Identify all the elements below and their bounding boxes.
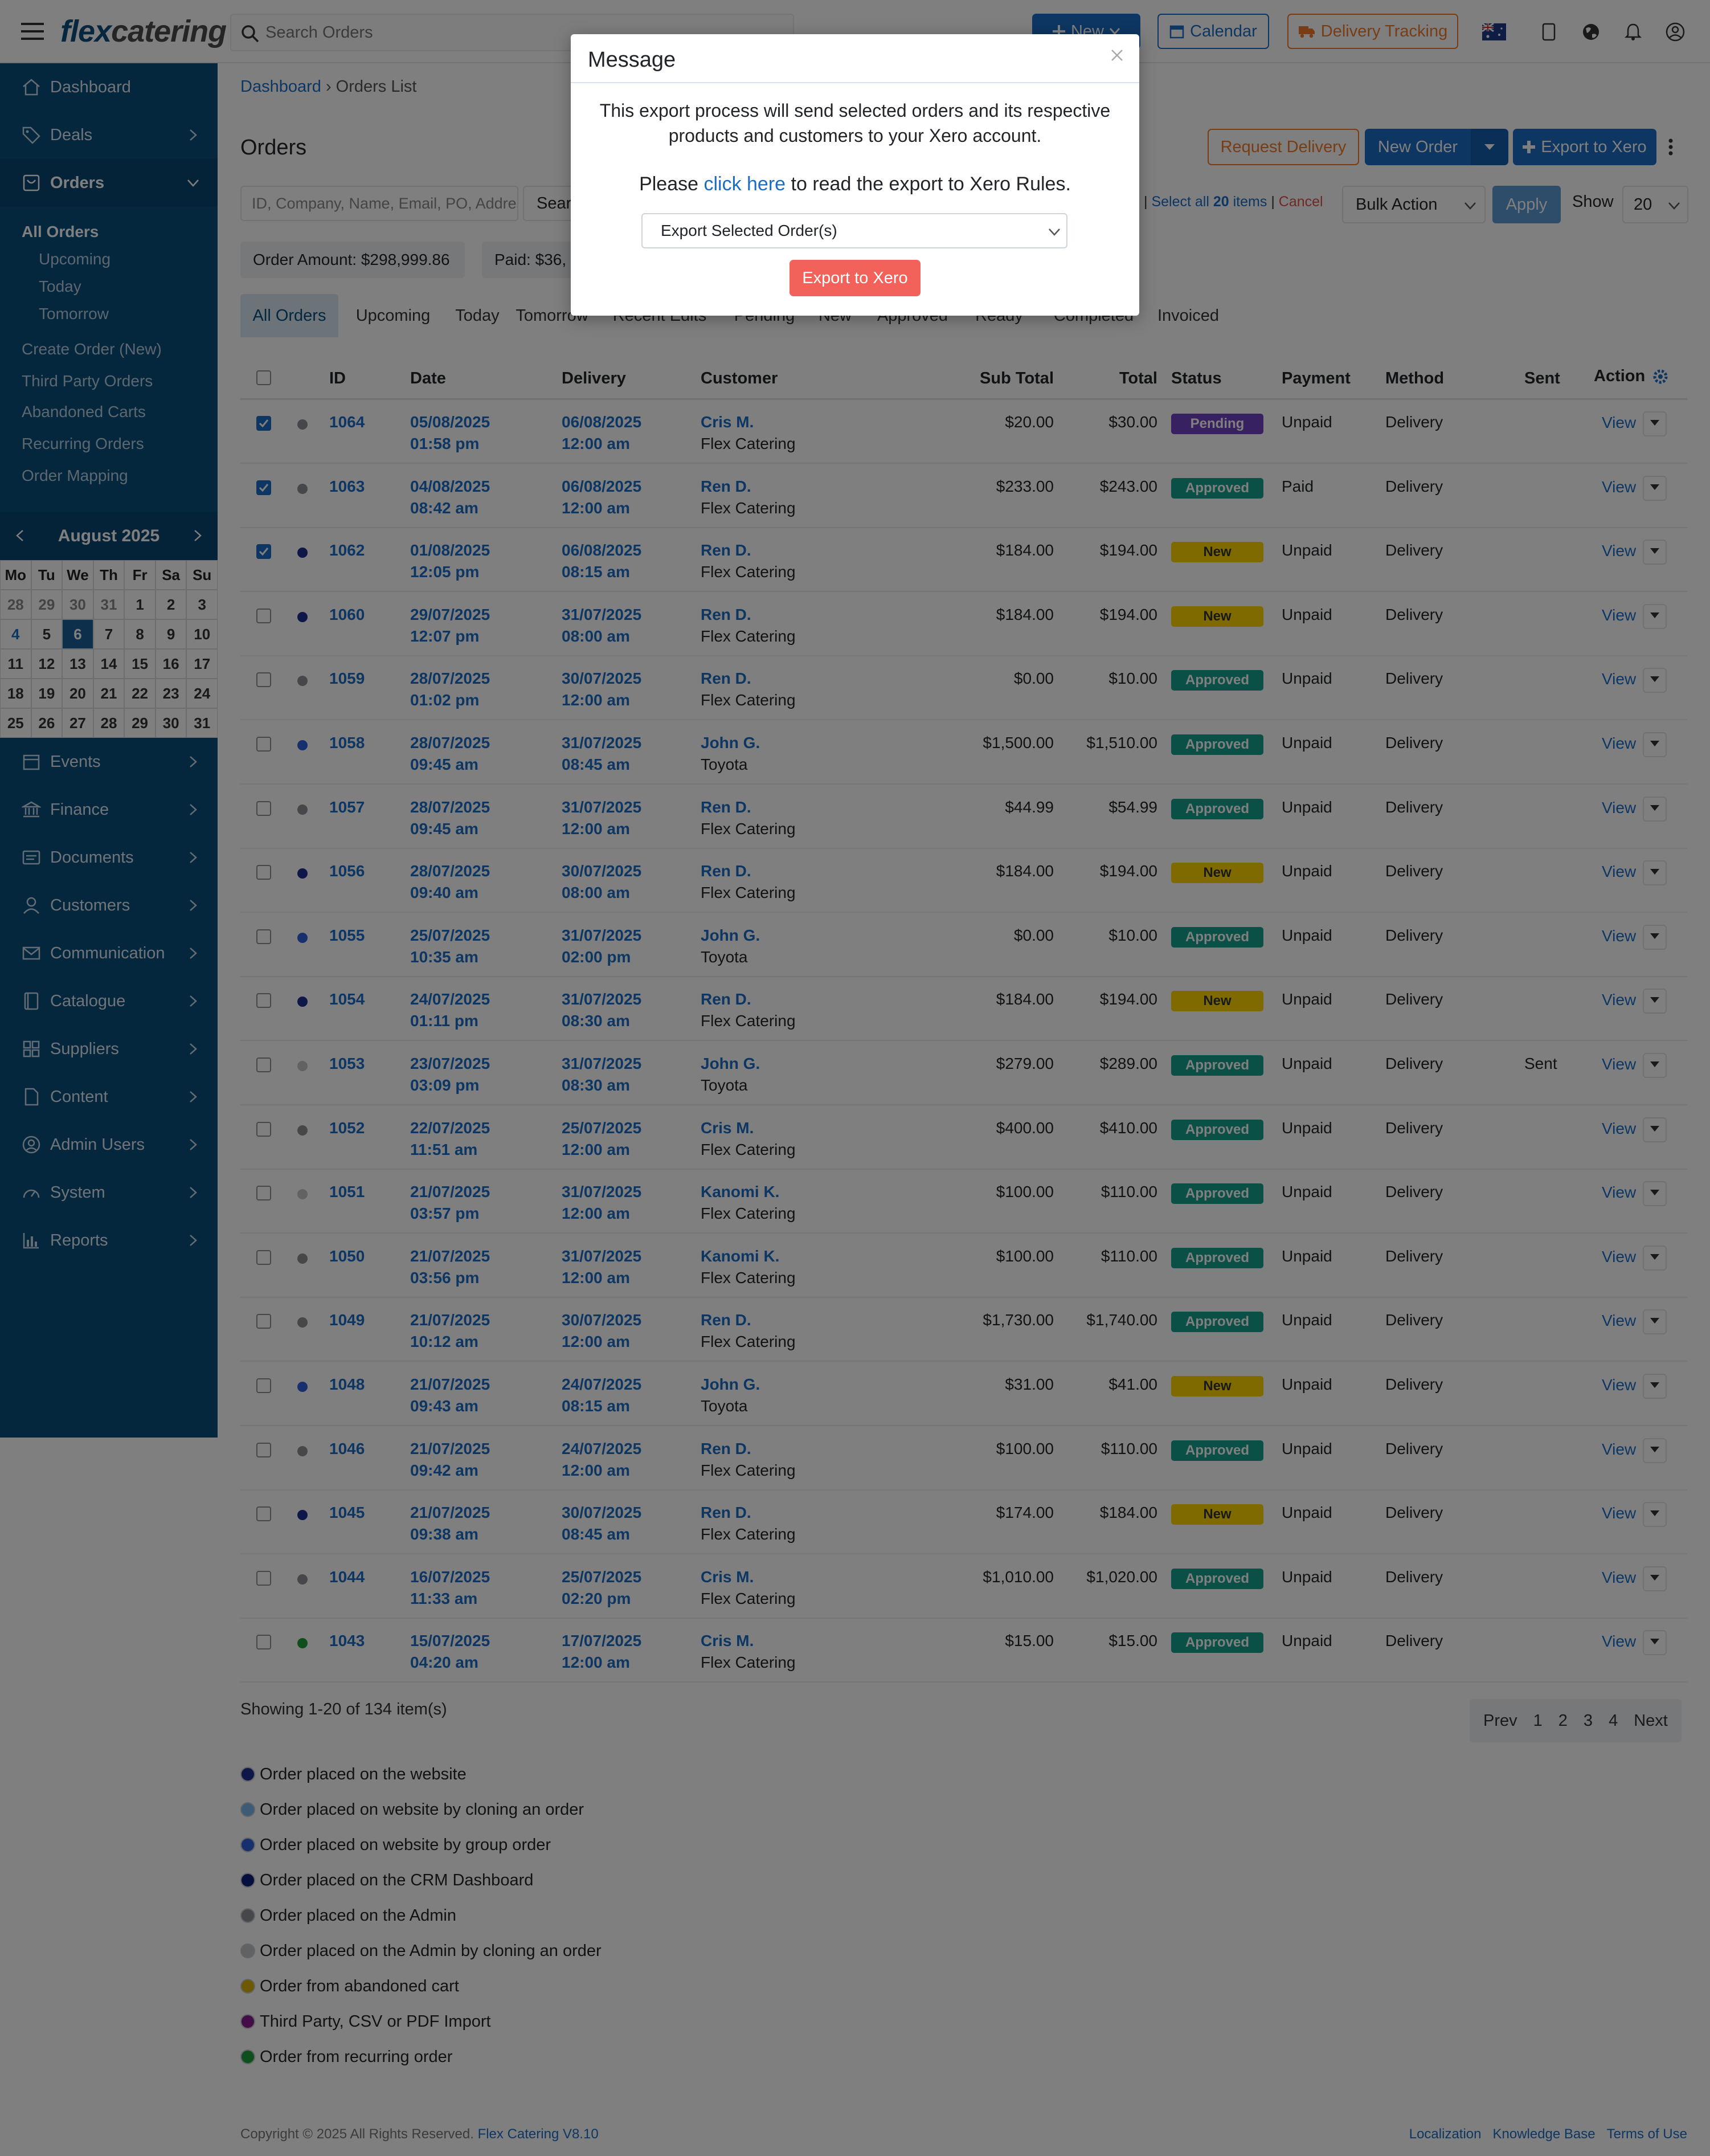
- modal-backdrop[interactable]: [0, 0, 1710, 2156]
- modal-export-xero-button[interactable]: Export to Xero: [789, 260, 921, 296]
- chevron-down-icon: [1048, 226, 1061, 238]
- close-icon[interactable]: [1108, 47, 1126, 64]
- modal-rules-text: Please click here to read the export to …: [639, 173, 1071, 195]
- export-xero-modal: Message This export process will send se…: [571, 34, 1139, 316]
- rules-link[interactable]: click here: [703, 173, 786, 195]
- export-type-select[interactable]: Export Selected Order(s): [641, 213, 1067, 248]
- modal-body-text: This export process will send selected o…: [599, 100, 1111, 146]
- modal-header: Message: [571, 34, 1139, 83]
- modal-title: Message: [588, 48, 676, 72]
